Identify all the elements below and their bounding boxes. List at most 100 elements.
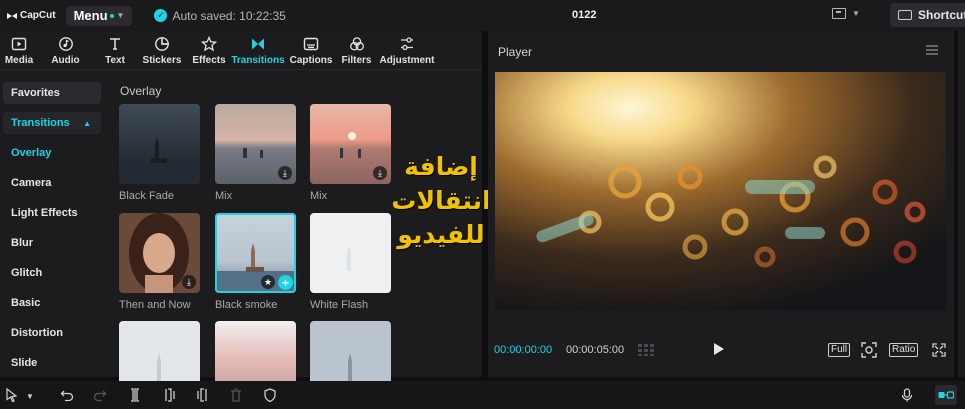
- menu-icon[interactable]: [926, 45, 938, 55]
- text-icon: [110, 38, 120, 50]
- arabic-overlay-text: إضافة انتقالات للفيديو: [386, 150, 496, 252]
- chevron-down-icon: ▼: [116, 11, 125, 20]
- download-icon[interactable]: ⤓: [373, 166, 387, 180]
- tab-media[interactable]: Media: [0, 31, 38, 69]
- capcut-logo-icon: [7, 12, 17, 19]
- tab-captions-label: Captions: [289, 55, 333, 66]
- tab-stickers-label: Stickers: [142, 55, 182, 66]
- add-icon[interactable]: +: [278, 275, 293, 290]
- tab-text-label: Text: [105, 55, 125, 66]
- split-icon[interactable]: [128, 388, 142, 402]
- player-title: Player: [498, 45, 533, 59]
- category-group-label: Transitions: [11, 117, 70, 129]
- autosave-status: ✓ Auto saved: 10:22:35: [154, 8, 286, 23]
- category-distortion[interactable]: Distortion: [3, 322, 101, 344]
- transitions-icon: [252, 38, 264, 50]
- play-icon[interactable]: [714, 343, 724, 355]
- layout-button[interactable]: ▼: [832, 8, 860, 19]
- layout-icon: [832, 8, 846, 19]
- chevron-down-icon[interactable]: ▼: [26, 390, 34, 404]
- select-cursor-icon[interactable]: [5, 388, 19, 402]
- effects-icon: [201, 36, 217, 52]
- timeline-grid-icon[interactable]: [638, 344, 658, 356]
- category-list: Favorites Transitions ▲ Overlay Camera L…: [0, 70, 106, 377]
- download-icon[interactable]: ⤓: [278, 166, 292, 180]
- tab-media-label: Media: [4, 55, 34, 66]
- transition-thumbnail: [119, 104, 200, 184]
- capcut-window: CapCut Menu ▼ ✓ Auto saved: 10:22:35 012…: [0, 0, 965, 409]
- logo-text: CapCut: [20, 10, 56, 21]
- asset-toolbar: Media Audio Text Stickers Effects Transi…: [0, 31, 482, 69]
- transition-card[interactable]: Black Fade: [119, 104, 200, 202]
- ratio-button[interactable]: Ratio: [889, 343, 919, 357]
- category-favorites-label: Favorites: [11, 87, 60, 99]
- tab-filters[interactable]: Filters: [337, 31, 376, 69]
- tab-adjustment-label: Adjustment: [379, 55, 435, 66]
- transition-thumbnail: ⤓: [310, 104, 391, 184]
- category-blur[interactable]: Blur: [3, 232, 101, 254]
- transition-label: Black Fade: [119, 190, 175, 202]
- link-toggle-button[interactable]: [935, 385, 957, 405]
- transition-card[interactable]: ⤓ Mix: [215, 104, 296, 202]
- video-preview[interactable]: [495, 72, 946, 310]
- transition-label: Mix: [310, 190, 328, 202]
- tab-transitions[interactable]: Transitions: [231, 31, 285, 69]
- tab-effects[interactable]: Effects: [187, 31, 231, 69]
- category-light-effects[interactable]: Light Effects: [3, 202, 101, 224]
- tab-adjustment[interactable]: Adjustment: [376, 31, 438, 69]
- category-group-transitions[interactable]: Transitions ▲: [3, 112, 101, 134]
- star-icon[interactable]: ★: [261, 275, 275, 289]
- category-favorites[interactable]: Favorites: [3, 82, 101, 104]
- shield-icon[interactable]: [263, 388, 277, 402]
- project-title[interactable]: 0122: [572, 9, 596, 21]
- category-overlay[interactable]: Overlay: [3, 142, 101, 164]
- transition-label: Black smoke: [215, 299, 278, 311]
- shortcut-label: Shortcut: [918, 8, 965, 22]
- check-circle-icon: ✓: [154, 9, 168, 22]
- transition-thumbnail: ⤓: [119, 213, 200, 293]
- undo-icon[interactable]: [60, 388, 74, 402]
- transition-label: White Flash: [310, 299, 369, 311]
- microphone-icon[interactable]: [900, 388, 914, 402]
- transition-card[interactable]: ⤓ Mix: [310, 104, 391, 202]
- autosave-text: Auto saved: 10:22:35: [172, 8, 286, 23]
- category-slide[interactable]: Slide: [3, 352, 101, 374]
- flash-thumbnail-icon: [310, 213, 391, 293]
- transition-label: Then and Now: [119, 299, 191, 311]
- transition-thumbnail: [310, 213, 391, 293]
- top-bar: CapCut Menu ▼ ✓ Auto saved: 10:22:35 012…: [0, 0, 965, 31]
- transition-card[interactable]: White Flash: [310, 213, 391, 311]
- section-title: Overlay: [120, 84, 162, 98]
- tab-captions[interactable]: Captions: [285, 31, 337, 69]
- trim-right-icon[interactable]: [196, 388, 210, 402]
- transition-thumbnail: ⤓: [215, 104, 296, 184]
- trim-left-icon[interactable]: [162, 388, 176, 402]
- tab-transitions-label: Transitions: [231, 55, 285, 66]
- download-icon[interactable]: ⤓: [182, 275, 196, 289]
- audio-icon: [58, 37, 73, 51]
- player-panel: Player 00:00:00:00 00:00:05:00 Full Rati…: [488, 31, 954, 377]
- shortcut-button[interactable]: Shortcut: [890, 3, 965, 27]
- overlay-line-2: انتقالات: [391, 186, 491, 215]
- snapshot-icon[interactable]: [861, 342, 877, 358]
- menu-button[interactable]: Menu ▼: [65, 5, 133, 26]
- transition-card-selected[interactable]: ★ + Black smoke: [215, 213, 296, 311]
- bokeh-preview-image: [495, 72, 946, 310]
- fullscreen-icon[interactable]: [932, 343, 946, 357]
- transition-label: Mix: [215, 190, 233, 202]
- current-time: 00:00:00:00: [494, 344, 553, 356]
- tab-audio[interactable]: Audio: [38, 31, 93, 69]
- tower-thumbnail-icon: [119, 104, 200, 184]
- delete-icon: [231, 388, 241, 402]
- redo-icon: [93, 390, 107, 402]
- category-camera[interactable]: Camera: [3, 172, 101, 194]
- full-button[interactable]: Full: [828, 343, 851, 357]
- keyboard-icon: [898, 10, 912, 20]
- tab-text[interactable]: Text: [93, 31, 137, 69]
- category-basic[interactable]: Basic: [3, 292, 101, 314]
- transition-thumbnail: ★ +: [215, 213, 296, 293]
- transition-card[interactable]: ⤓ Then and Now: [119, 213, 200, 311]
- menu-label: Menu: [73, 8, 108, 23]
- category-glitch[interactable]: Glitch: [3, 262, 101, 284]
- tab-stickers[interactable]: Stickers: [137, 31, 187, 69]
